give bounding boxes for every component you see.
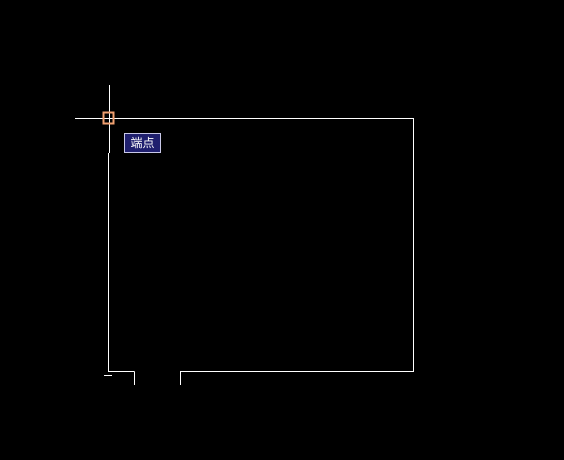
drawing-area[interactable] <box>0 0 564 460</box>
snap-tooltip-label: 端点 <box>130 136 155 150</box>
drawing-geometry[interactable] <box>104 118 414 385</box>
drawing-canvas[interactable]: 端点 <box>0 0 564 460</box>
snap-tooltip: 端点 <box>124 133 161 153</box>
